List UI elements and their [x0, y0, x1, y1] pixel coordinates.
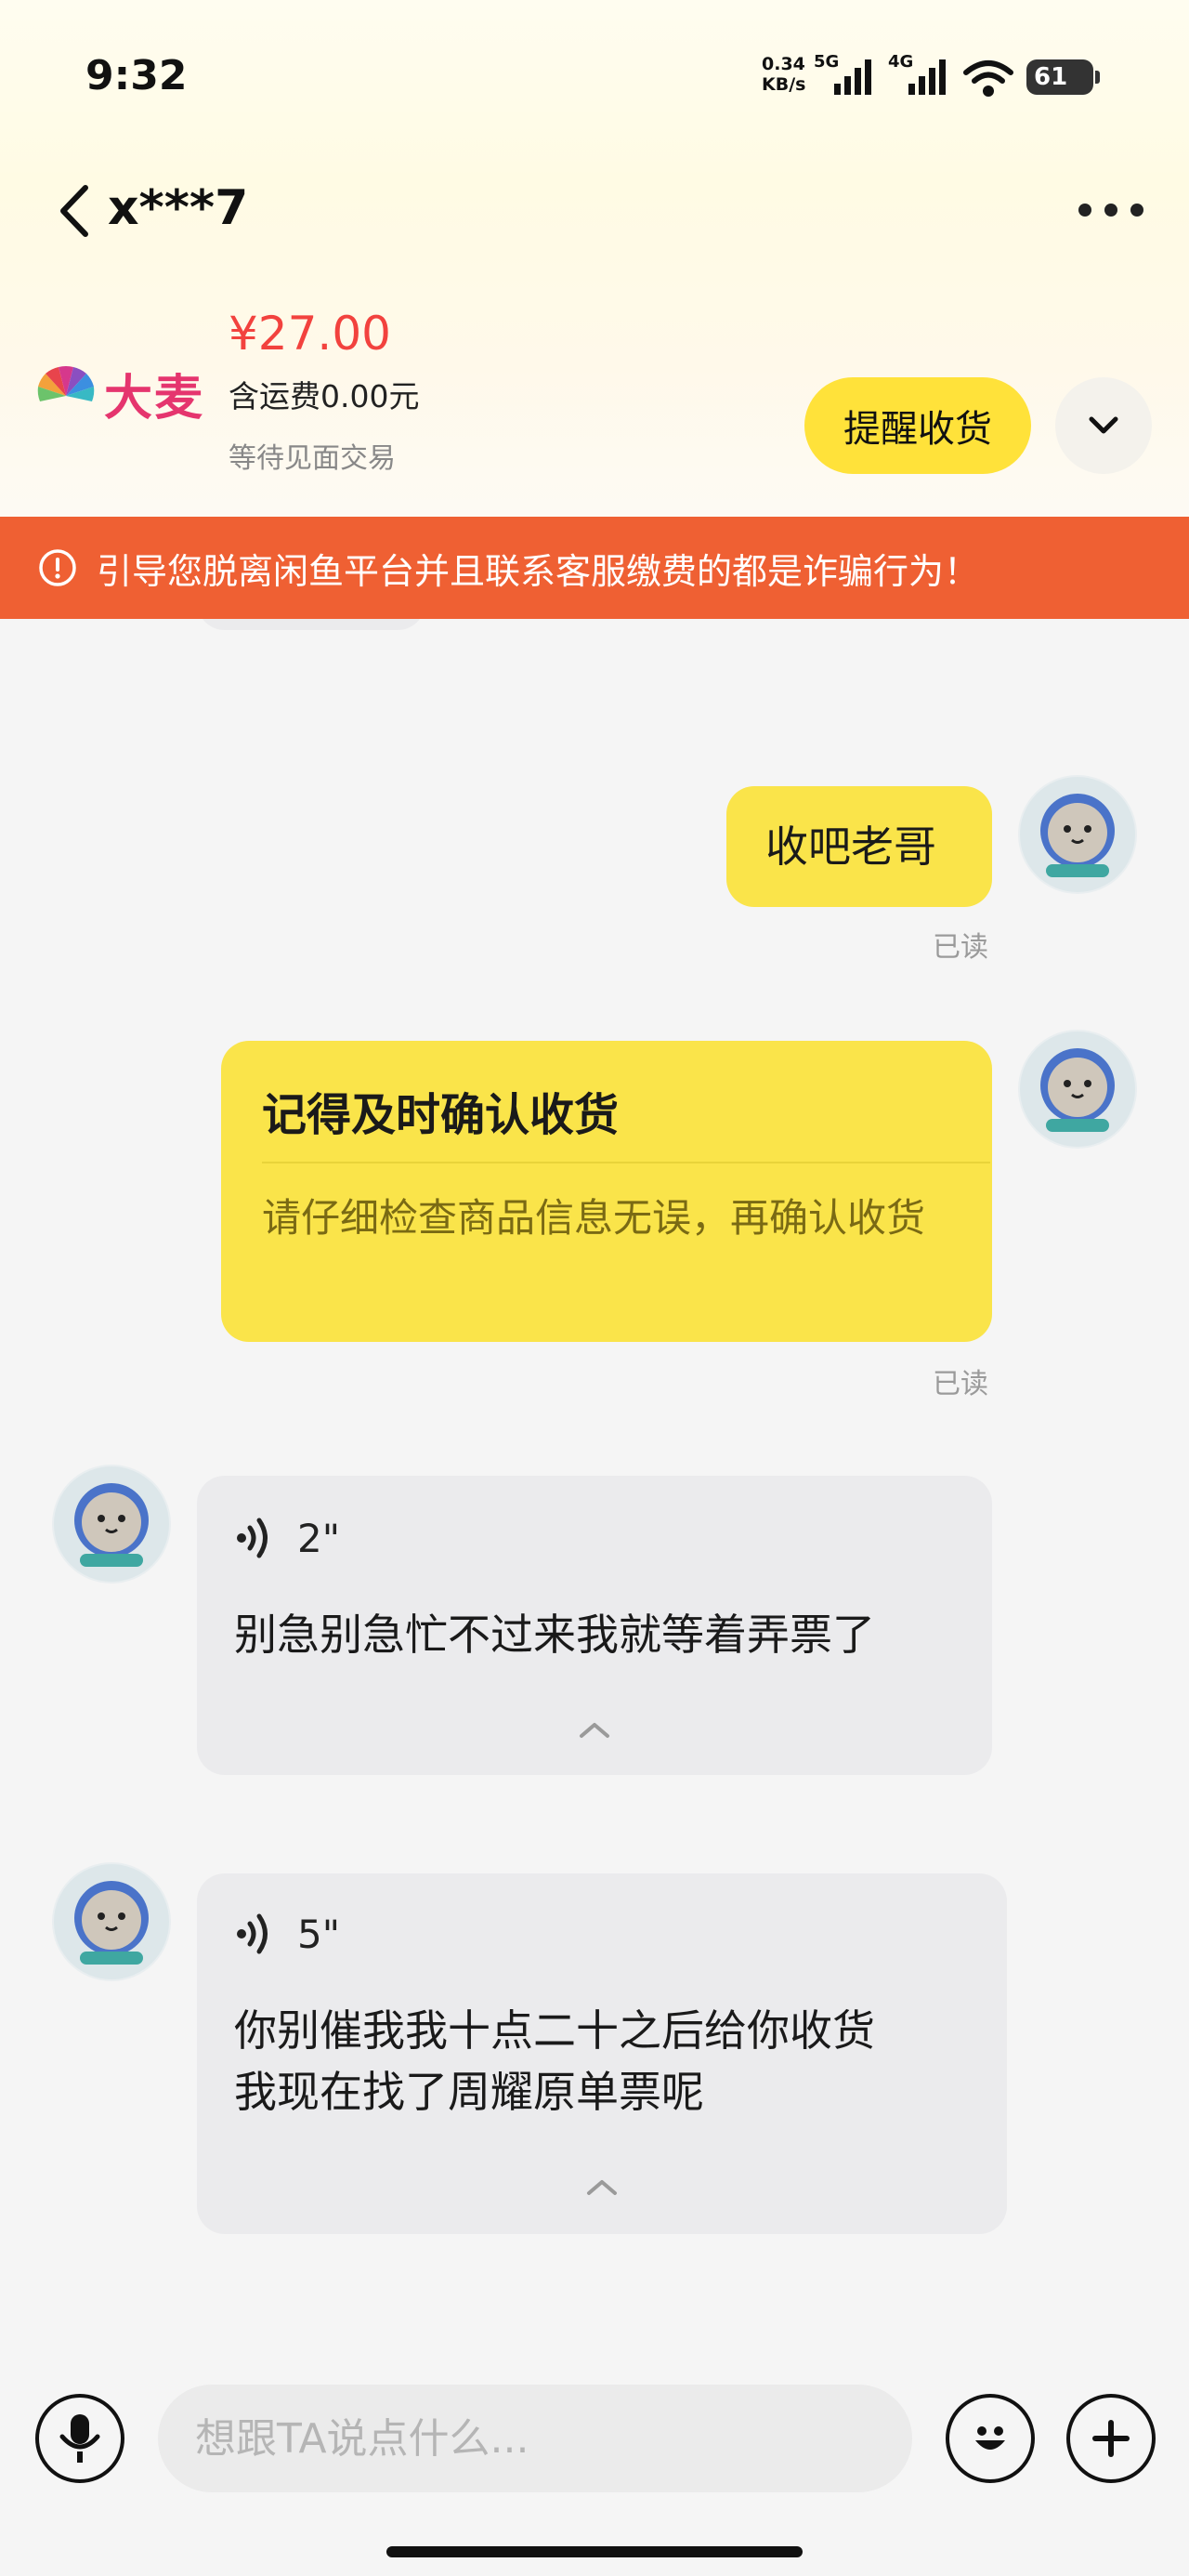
back-icon[interactable]: [52, 178, 98, 243]
contact-name: x***7: [108, 180, 249, 236]
voice-input-button[interactable]: [35, 2394, 124, 2483]
voice-row: 2": [234, 1515, 340, 1561]
card-body: 请仔细检查商品信息无误，再确认收货: [262, 1195, 926, 1241]
scam-warning-banner: 引导您脱离闲鱼平台并且联系客服缴费的都是诈骗行为！: [0, 517, 1189, 619]
text-message-out[interactable]: 收吧老哥: [726, 786, 992, 907]
home-indicator[interactable]: [386, 2546, 803, 2557]
voice-message[interactable]: 5" 你别催我我十点二十之后给你收货 我现在找了周耀原单票呢: [197, 1873, 1007, 2234]
network-speed-unit: KB/s: [762, 74, 806, 95]
cat-avatar-icon: [54, 1864, 169, 1979]
read-status: 已读: [933, 931, 988, 964]
voice-transcript-line-1: 你别催我我十点二十之后给你收货: [234, 2005, 875, 2056]
expand-button[interactable]: [1055, 377, 1152, 474]
card-title: 记得及时确认收货: [262, 1089, 620, 1141]
read-status: 已读: [933, 1368, 988, 1400]
my-avatar[interactable]: [1018, 775, 1137, 894]
status-bar: 9:32 0.34 KB/s 5G 4G 61: [0, 0, 1189, 158]
voice-message[interactable]: 2" 别急别急忙不过来我就等着弄票了: [197, 1476, 992, 1775]
voice-icon: [237, 1518, 268, 1558]
message-text: 收吧老哥: [765, 821, 936, 872]
warning-icon: [39, 549, 76, 586]
plus-icon: [1092, 2420, 1130, 2457]
logo-text: 大麦: [104, 371, 205, 427]
avatar[interactable]: [52, 1862, 171, 1981]
voice-icon: [237, 1913, 268, 1954]
voice-transcript: 别急别急忙不过来我就等着弄票了: [234, 1610, 875, 1660]
mic-icon: [59, 2414, 100, 2463]
confirm-receipt-card[interactable]: 记得及时确认收货 请仔细检查商品信息无误，再确认收货: [221, 1041, 992, 1342]
more-actions-button[interactable]: [1066, 2394, 1156, 2483]
chat-header: x***7: [0, 167, 1189, 251]
chevron-down-icon: [1089, 416, 1118, 434]
collapse-up-icon[interactable]: [583, 2176, 621, 2199]
network-speed-value: 0.34: [762, 54, 805, 74]
emoji-button[interactable]: [946, 2394, 1035, 2483]
avatar[interactable]: [52, 1465, 171, 1584]
my-avatar[interactable]: [1018, 1030, 1137, 1149]
product-card[interactable]: 大麦 ¥27.00 含运费0.00元 等待见面交易 提醒收货: [0, 297, 1189, 483]
signal-icon-2: [908, 59, 946, 95]
message-input[interactable]: [158, 2385, 912, 2492]
card-divider: [262, 1162, 990, 1163]
wifi-icon: [963, 60, 1013, 97]
damai-logo-icon: [37, 365, 95, 401]
signal-icon: [834, 59, 871, 95]
status-time: 9:32: [85, 52, 188, 99]
cat-avatar-icon: [1020, 1032, 1135, 1147]
shipping-fee: 含运费0.00元: [229, 378, 420, 414]
cat-avatar-icon: [1020, 777, 1135, 892]
voice-duration: 2": [297, 1515, 341, 1561]
battery-indicator: 61: [1026, 59, 1100, 95]
warning-text: 引导您脱离闲鱼平台并且联系客服缴费的都是诈骗行为！: [97, 550, 980, 592]
trade-status: 等待见面交易: [229, 442, 396, 475]
voice-row: 5": [234, 1911, 340, 1957]
remind-receipt-button[interactable]: 提醒收货: [804, 377, 1031, 474]
chat-messages[interactable]: 1" 收吧老哥 已读 记得及时确认收货 请仔细检查商品信息无误，再确认收货: [0, 517, 1189, 2357]
product-price: ¥27.00: [229, 307, 391, 361]
voice-duration: 5": [297, 1911, 341, 1957]
damai-logo: 大麦: [33, 355, 219, 429]
cat-avatar-icon: [54, 1466, 169, 1582]
battery-level: 61: [1034, 63, 1068, 91]
more-icon[interactable]: [1074, 199, 1148, 221]
network-speed: 0.34 KB/s: [762, 54, 805, 95]
voice-transcript-line-2: 我现在找了周耀原单票呢: [234, 2067, 704, 2117]
emoji-icon: [975, 2426, 1005, 2450]
collapse-up-icon[interactable]: [576, 1719, 613, 1741]
input-bar: [0, 2360, 1189, 2576]
